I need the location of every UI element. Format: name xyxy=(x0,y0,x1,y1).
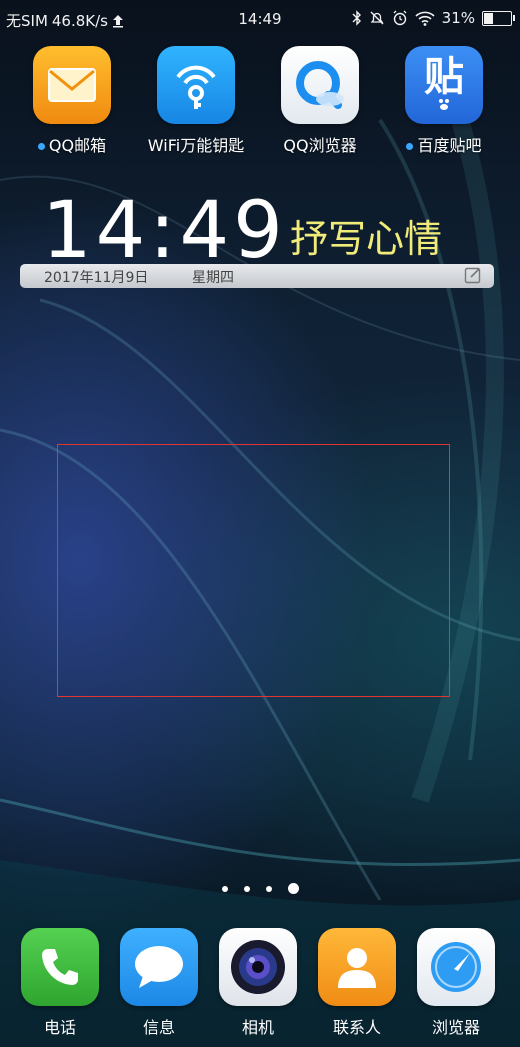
qq-browser-icon xyxy=(281,46,359,124)
weekday-label: 星期四 xyxy=(192,270,234,286)
wifi-icon xyxy=(415,11,435,26)
message-icon xyxy=(120,928,198,1006)
mail-icon xyxy=(33,46,111,124)
widget-time: 14:49 xyxy=(42,186,287,276)
alarm-icon xyxy=(393,10,407,26)
dock-messages[interactable]: 信息 xyxy=(109,928,209,1038)
date-label: 2017年11月9日 xyxy=(44,270,149,286)
phone-icon xyxy=(21,928,99,1006)
dock-camera[interactable]: 相机 xyxy=(208,928,308,1038)
page-dot[interactable] xyxy=(243,885,250,892)
selection-rectangle xyxy=(57,444,450,697)
status-bar: 无SIM 46.8K/s 14:49 31% xyxy=(0,0,520,38)
page-dot[interactable] xyxy=(265,885,272,892)
page-dot[interactable] xyxy=(221,885,228,892)
app-qq-mail[interactable]: QQ邮箱 xyxy=(17,46,127,156)
contacts-icon xyxy=(318,928,396,1006)
browser-icon xyxy=(417,928,495,1006)
page-indicator[interactable] xyxy=(0,878,520,897)
bluetooth-icon xyxy=(352,10,361,26)
date-bar[interactable]: 2017年11月9日 星期四 xyxy=(20,264,494,288)
mute-bell-icon xyxy=(370,11,384,25)
battery-percent: 31% xyxy=(441,9,475,27)
app-wifi-key[interactable]: WiFi万能钥匙 xyxy=(141,46,251,156)
battery-icon xyxy=(482,10,515,26)
camera-icon xyxy=(219,928,297,1006)
edit-icon[interactable] xyxy=(464,266,482,284)
app-qq-browser[interactable]: QQ浏览器 xyxy=(265,46,375,156)
tieba-icon: 贴 xyxy=(405,46,483,124)
app-baidu-tieba[interactable]: 贴 百度贴吧 xyxy=(389,46,499,156)
wifi-key-icon xyxy=(157,46,235,124)
new-badge-dot xyxy=(406,143,414,150)
dock-browser[interactable]: 浏览器 xyxy=(406,928,506,1038)
clock-widget[interactable]: 14:49 抒写心情 2017年11月9日 星期四 xyxy=(20,190,496,292)
page-dot-active[interactable] xyxy=(287,883,299,894)
dock-contacts[interactable]: 联系人 xyxy=(307,928,407,1038)
new-badge-dot xyxy=(37,143,45,150)
mood-button[interactable]: 抒写心情 xyxy=(290,208,442,263)
dock-phone[interactable]: 电话 xyxy=(10,928,110,1038)
